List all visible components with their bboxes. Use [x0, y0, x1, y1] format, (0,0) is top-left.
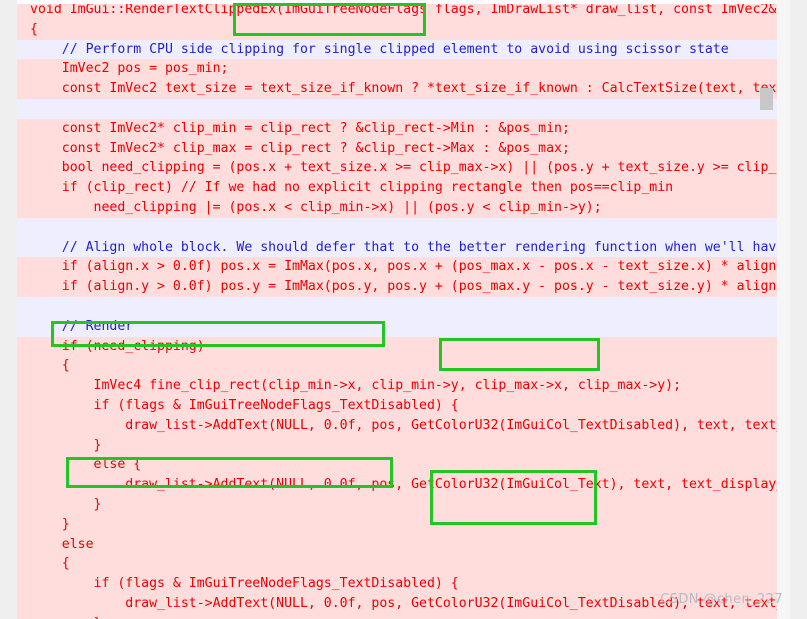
code-line-list: void ImGui::RenderTextClippedEx(ImGuiTre… [17, 0, 790, 619]
code-line: const ImVec2* clip_max = clip_rect ? &cl… [17, 138, 790, 159]
code-line: } [17, 514, 790, 535]
code-line: if (flags & ImGuiTreeNodeFlags_TextDisab… [17, 574, 790, 594]
code-line [17, 217, 790, 238]
code-line: { [17, 19, 790, 40]
code-line: else [17, 534, 790, 555]
code-line: if (flags & ImGuiTreeNodeFlags_TextDisab… [17, 395, 790, 416]
code-line: if (align.x > 0.0f) pos.x = ImMax(pos.x,… [17, 257, 790, 278]
code-line: ImVec2 pos = pos_min; [17, 59, 790, 80]
code-line: need_clipping |= (pos.x < clip_min->x) |… [17, 197, 790, 218]
code-line [17, 98, 790, 119]
code-line: if (need_clipping) [17, 336, 790, 357]
code-line: const ImVec2 text_size = text_size_if_kn… [17, 79, 790, 99]
code-line: if (clip_rect) // If we had no explicit … [17, 178, 790, 198]
code-diff-screenshot: void ImGui::RenderTextClippedEx(ImGuiTre… [0, 0, 807, 619]
code-line: { [17, 356, 790, 377]
left-gutter [0, 0, 17, 619]
vertical-scrollbar-thumb[interactable] [760, 88, 773, 110]
code-line: } [17, 613, 790, 619]
code-line: if (align.y > 0.0f) pos.y = ImMax(pos.y,… [17, 277, 790, 297]
code-line: draw_list->AddText(NULL, 0.0f, pos, GetC… [17, 475, 790, 495]
vertical-scrollbar-track[interactable] [760, 0, 790, 619]
code-line: } [17, 494, 790, 515]
code-line: { [17, 554, 790, 575]
code-line: const ImVec2* clip_min = clip_rect ? &cl… [17, 118, 790, 139]
code-line: ImVec4 fine_clip_rect(clip_min->x, clip_… [17, 376, 790, 396]
code-line: // Align whole block. We should defer th… [17, 237, 790, 258]
watermark-text: CSDN @chen_227 [660, 592, 783, 607]
code-line: bool need_clipping = (pos.x + text_size.… [17, 158, 790, 179]
right-margin [790, 0, 807, 619]
code-line: else { [17, 455, 790, 476]
code-line: draw_list->AddText(NULL, 0.0f, pos, GetC… [17, 415, 790, 436]
code-line: // Perform CPU side clipping for single … [17, 39, 790, 60]
code-viewport[interactable]: void ImGui::RenderTextClippedEx(ImGuiTre… [17, 0, 790, 619]
code-line [17, 296, 790, 317]
code-line: // Render [17, 316, 790, 337]
code-line: } [17, 435, 790, 456]
top-edge-strip [17, 0, 790, 4]
